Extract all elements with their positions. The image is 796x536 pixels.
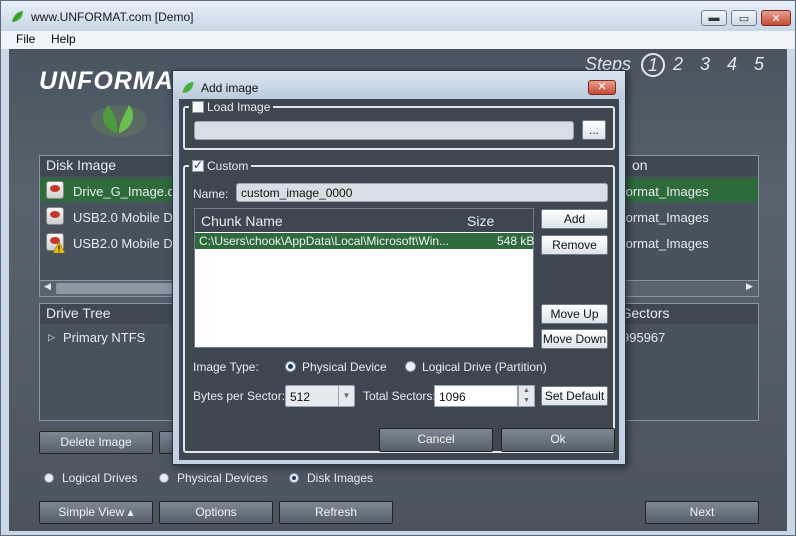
chunk-size-cell: 548 kB xyxy=(497,234,535,248)
load-image-path-field[interactable] xyxy=(194,121,574,140)
size-header[interactable]: Size xyxy=(467,213,494,229)
set-default-button[interactable]: Set Default xyxy=(541,386,608,406)
move-up-button[interactable]: Move Up xyxy=(541,304,608,324)
name-label: Name: xyxy=(193,187,229,201)
total-sectors-label: Total Sectors: xyxy=(363,389,436,403)
warning-icon xyxy=(53,242,65,253)
logical-drives-radio[interactable] xyxy=(44,473,54,483)
custom-label[interactable]: Custom xyxy=(207,159,248,173)
logical-drives-label[interactable]: Logical Drives xyxy=(62,471,137,485)
step-3[interactable]: 3 xyxy=(700,54,710,75)
physical-device-radio[interactable] xyxy=(285,361,296,372)
browse-button[interactable]: ... xyxy=(582,120,606,140)
load-image-label[interactable]: Load Image xyxy=(207,100,270,114)
move-down-button[interactable]: Move Down xyxy=(541,329,608,349)
step-5[interactable]: 5 xyxy=(754,54,764,75)
scroll-left-icon[interactable]: ◀ xyxy=(44,281,51,292)
usb-drive-icon xyxy=(46,207,64,225)
refresh-button[interactable]: Refresh xyxy=(279,501,393,524)
scroll-right-icon[interactable]: ▶ xyxy=(746,281,753,292)
minimize-icon: ▬ xyxy=(708,12,720,24)
maximize-icon: ▭ xyxy=(738,12,750,25)
image-type-label: Image Type: xyxy=(193,360,259,374)
bytes-per-sector-value: 512 xyxy=(290,390,311,404)
next-button[interactable]: Next xyxy=(645,501,759,524)
sectors-header-label: Sectors xyxy=(622,305,670,321)
drive-tree-header-label: Drive Tree xyxy=(46,305,111,321)
total-sectors-field[interactable]: 1096 xyxy=(434,385,518,407)
custom-legend: Custom xyxy=(189,158,252,173)
load-image-legend: Load Image xyxy=(189,100,274,114)
disk-image-row-location[interactable]: format_Images xyxy=(622,210,709,225)
dialog-close-button[interactable]: ✕ xyxy=(588,80,616,95)
table-row[interactable]: C:\Users\chook\AppData\Local\Microsoft\W… xyxy=(195,233,535,249)
ok-button[interactable]: Ok xyxy=(501,428,615,452)
disk-image-row-name[interactable]: Drive_G_Image.di xyxy=(73,184,178,199)
load-image-checkbox[interactable] xyxy=(192,101,204,113)
disk-image-header-label: Disk Image xyxy=(46,157,117,173)
window-title: www.UNFORMAT.com [Demo] xyxy=(31,10,194,24)
disk-images-label[interactable]: Disk Images xyxy=(307,471,373,485)
leaf-app-icon xyxy=(12,11,23,22)
delete-image-button[interactable]: Delete Image xyxy=(39,431,153,454)
chunk-table: Chunk Name Size C:\Users\chook\AppData\L… xyxy=(194,208,534,348)
chunk-name-cell: C:\Users\chook\AppData\Local\Microsoft\W… xyxy=(199,234,450,248)
chunk-table-header: Chunk Name Size xyxy=(195,209,533,232)
simple-view-button[interactable]: Simple View ▴ xyxy=(39,501,153,524)
disk-image-row-location[interactable]: format_Images xyxy=(622,236,709,251)
logical-drive-label[interactable]: Logical Drive (Partition) xyxy=(422,360,547,374)
disk-image-row-location[interactable]: format_Images xyxy=(622,184,709,199)
scrollbar-thumb[interactable] xyxy=(56,283,176,294)
bytes-per-sector-select[interactable]: 512 ▼ xyxy=(285,385,355,407)
menu-bar: File Help xyxy=(1,31,795,49)
step-2[interactable]: 2 xyxy=(673,54,683,75)
remove-button[interactable]: Remove xyxy=(541,235,608,255)
location-header-label: on xyxy=(632,157,648,173)
spin-up-icon[interactable]: ▲ xyxy=(519,386,534,396)
chevron-down-icon[interactable]: ▼ xyxy=(338,386,354,406)
minimize-button[interactable]: ▬ xyxy=(701,10,727,26)
physical-device-label[interactable]: Physical Device xyxy=(302,360,387,374)
menu-file[interactable]: File xyxy=(16,32,35,46)
name-field[interactable]: custom_image_0000 xyxy=(236,183,608,202)
step-1[interactable]: 1 xyxy=(641,53,665,77)
title-bar: www.UNFORMAT.com [Demo] ▬ ▭ ✕ xyxy=(1,1,795,31)
custom-checkbox[interactable] xyxy=(192,158,204,172)
options-button[interactable]: Options xyxy=(159,501,273,524)
physical-devices-radio[interactable] xyxy=(159,473,169,483)
leaf-logo-icon xyxy=(91,105,147,137)
physical-devices-label[interactable]: Physical Devices xyxy=(177,471,268,485)
disk-image-icon xyxy=(46,181,64,199)
logical-drive-radio[interactable] xyxy=(405,361,416,372)
tree-item-sectors: 995967 xyxy=(622,330,666,345)
total-sectors-spinner[interactable]: ▲ ▼ xyxy=(518,385,535,407)
maximize-button[interactable]: ▭ xyxy=(731,10,757,26)
add-image-dialog: Add image ✕ Load Image ... Custom Name: … xyxy=(172,70,626,465)
disk-images-radio[interactable] xyxy=(289,473,299,483)
step-4[interactable]: 4 xyxy=(727,54,737,75)
close-icon: ✕ xyxy=(597,81,607,93)
leaf-app-icon xyxy=(182,82,194,93)
dialog-title-bar: Add image ✕ xyxy=(173,71,625,99)
add-button[interactable]: Add xyxy=(541,209,608,229)
close-button[interactable]: ✕ xyxy=(761,10,791,26)
app-logo-text: UNFORMAT xyxy=(39,67,189,95)
expand-triangle-icon[interactable]: ▷ xyxy=(48,332,55,343)
spin-down-icon[interactable]: ▼ xyxy=(519,396,534,406)
menu-help[interactable]: Help xyxy=(51,32,76,46)
disk-image-row-name[interactable]: USB2.0 Mobile D xyxy=(73,210,173,225)
cancel-button[interactable]: Cancel xyxy=(379,428,493,452)
dialog-title: Add image xyxy=(201,81,259,95)
bytes-per-sector-label: Bytes per Sector: xyxy=(193,389,286,403)
dialog-body: Load Image ... Custom Name: custom_image… xyxy=(179,99,619,460)
tree-item-label[interactable]: Primary NTFS xyxy=(63,330,145,345)
disk-image-row-name[interactable]: USB2.0 Mobile D xyxy=(73,236,173,251)
load-image-group: Load Image ... xyxy=(183,100,615,150)
chunk-name-header[interactable]: Chunk Name xyxy=(201,213,283,229)
close-icon: ✕ xyxy=(771,12,781,25)
